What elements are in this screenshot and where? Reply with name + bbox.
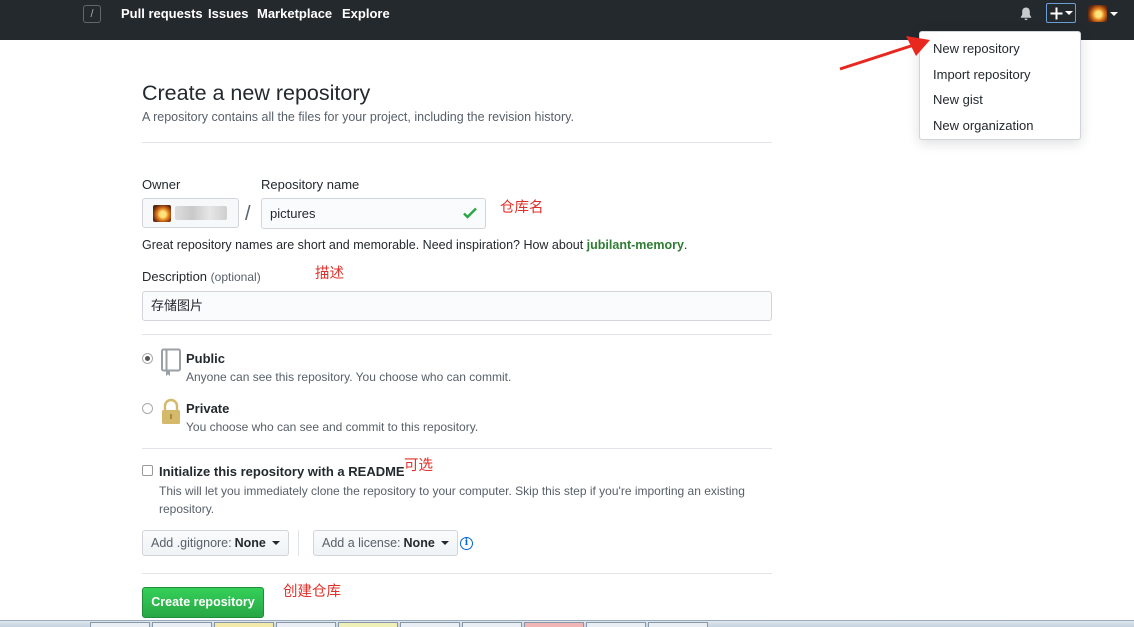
description-label-text: Description [142, 269, 208, 284]
nav-explore[interactable]: Explore [342, 6, 390, 21]
license-value: None [403, 536, 435, 550]
check-icon [463, 207, 477, 219]
hint-suffix: . [683, 238, 688, 252]
private-title: Private [186, 401, 230, 416]
taskbar-item[interactable] [152, 622, 212, 627]
nav-marketplace[interactable]: Marketplace [257, 6, 332, 21]
repository-name-input[interactable]: pictures [261, 198, 486, 229]
repository-name-label: Repository name [261, 177, 360, 192]
private-description: You choose who can see and commit to thi… [186, 420, 479, 434]
owner-select[interactable] [142, 198, 239, 228]
description-optional-text: (optional) [210, 270, 261, 284]
nav-issues[interactable]: Issues [208, 6, 248, 21]
chevron-down-icon [1064, 11, 1073, 15]
divider [142, 142, 772, 143]
gitignore-label: Add .gitignore: [151, 536, 232, 550]
gitignore-value: None [234, 536, 266, 550]
create-repository-button[interactable]: Create repository [142, 587, 264, 618]
chevron-down-icon [271, 541, 280, 545]
owner-repo-separator: / [245, 203, 251, 225]
create-new-dropdown: New repository Import repository New gis… [919, 31, 1081, 140]
readme-title[interactable]: Initialize this repository with a README [159, 464, 405, 479]
nav-pull-requests[interactable]: Pull requests [121, 6, 203, 21]
annotation-repo-name: 仓库名 [500, 200, 544, 216]
divider [142, 573, 772, 574]
user-menu-button[interactable] [1088, 5, 1118, 22]
hint-text: Great repository names are short and mem… [142, 238, 587, 252]
owner-label: Owner [142, 177, 181, 192]
description-label: Description (optional) [142, 269, 261, 284]
readme-checkbox[interactable] [142, 465, 153, 476]
avatar [1088, 5, 1107, 22]
taskbar-item[interactable] [214, 622, 274, 627]
description-input[interactable]: 存储图片 [142, 291, 772, 321]
license-select[interactable]: Add a license: None [313, 530, 458, 556]
divider [298, 530, 299, 556]
annotation-optional: 可选 [404, 458, 433, 474]
public-radio[interactable] [142, 353, 153, 364]
chevron-down-icon [440, 541, 449, 545]
menu-item-import-repository[interactable]: Import repository [920, 64, 1080, 90]
taskbar-item[interactable] [648, 622, 708, 627]
repository-name-hint: Great repository names are short and mem… [142, 238, 687, 252]
taskbar-item[interactable] [524, 622, 584, 627]
annotation-description: 描述 [315, 266, 344, 282]
annotation-create: 创建仓库 [283, 584, 341, 600]
private-radio[interactable] [142, 403, 153, 414]
search-shortcut-key[interactable]: / [83, 5, 101, 23]
taskbar-item[interactable] [462, 622, 522, 627]
divider [142, 334, 772, 335]
public-description: Anyone can see this repository. You choo… [186, 370, 512, 384]
hint-suggestion-link[interactable]: jubilant-memory [587, 238, 684, 252]
page-title: Create a new repository [142, 81, 371, 105]
taskbar-item[interactable] [276, 622, 336, 627]
owner-name-redacted [175, 206, 227, 220]
chevron-down-icon [1110, 11, 1118, 16]
taskbar-item[interactable] [586, 622, 646, 627]
bell-icon[interactable] [1018, 6, 1034, 22]
taskbar-item[interactable] [338, 622, 398, 627]
divider [142, 448, 772, 449]
menu-item-new-gist[interactable]: New gist [920, 89, 1080, 115]
public-title: Public [186, 351, 226, 366]
license-label: Add a license: [322, 536, 401, 550]
plus-icon [1050, 7, 1062, 19]
readme-description: This will let you immediately clone the … [159, 484, 745, 516]
page-subtitle: A repository contains all the files for … [142, 110, 574, 124]
info-icon[interactable]: i [460, 537, 473, 550]
red-arrow-annotation [839, 36, 930, 71]
repo-book-icon [161, 348, 181, 376]
taskbar-item[interactable] [90, 622, 150, 627]
taskbar-item[interactable] [400, 622, 460, 627]
menu-item-new-organization[interactable]: New organization [920, 115, 1080, 141]
menu-item-new-repository[interactable]: New repository [920, 38, 1080, 64]
owner-avatar [153, 204, 171, 222]
gitignore-select[interactable]: Add .gitignore: None [142, 530, 289, 556]
lock-icon [162, 398, 180, 424]
create-new-button[interactable] [1046, 3, 1076, 23]
